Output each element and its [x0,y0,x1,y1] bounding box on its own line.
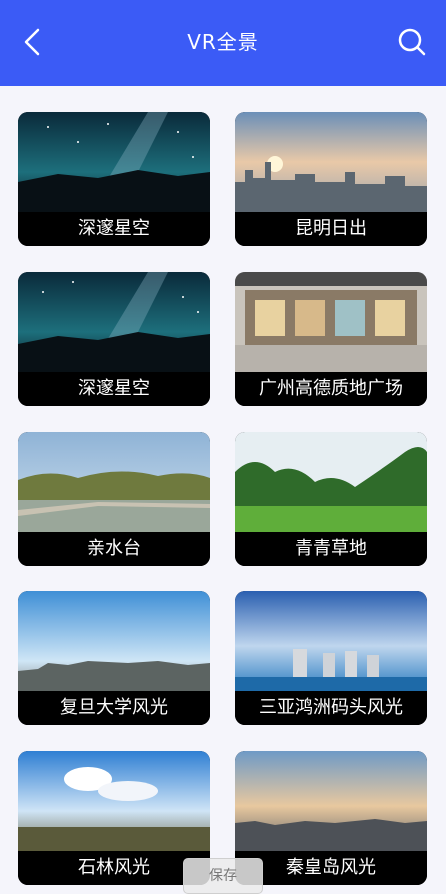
thumbnail-marina [235,591,427,691]
vr-card[interactable]: 三亚鸿洲码头风光 [235,591,427,725]
vr-card[interactable]: 亲水台 [18,432,210,566]
thumbnail-coastal-city [235,751,427,851]
thumbnail-starry-sky [18,272,210,372]
vr-card[interactable]: 广州高德质地广场 [235,272,427,406]
card-label: 秦皇岛风光 [235,851,427,885]
app-header: VR全景 [0,0,446,86]
thumbnail-plaza [235,272,427,372]
card-label: 青青草地 [235,532,427,566]
page-title: VR全景 [187,30,259,54]
save-button[interactable]: 保存 [183,858,263,894]
thumbnail-grassland [235,432,427,532]
vr-card[interactable]: 秦皇岛风光 [235,751,427,885]
thumbnail-stone-forest [18,751,210,851]
card-label: 深邃星空 [18,372,210,406]
search-icon [398,28,426,56]
vr-card[interactable]: 昆明日出 [235,112,427,246]
thumbnail-sunrise-city [235,112,427,212]
card-label: 广州高德质地广场 [235,372,427,406]
vr-card[interactable]: 复旦大学风光 [18,591,210,725]
vr-card[interactable]: 深邃星空 [18,112,210,246]
vr-card[interactable]: 深邃星空 [18,272,210,406]
thumbnail-starry-sky [18,112,210,212]
card-label: 三亚鸿洲码头风光 [235,691,427,725]
thumbnail-waterside [18,432,210,532]
vr-card[interactable]: 青青草地 [235,432,427,566]
card-label: 昆明日出 [235,212,427,246]
vr-card[interactable]: 石林风光 [18,751,210,885]
search-button[interactable] [392,22,432,62]
card-label: 复旦大学风光 [18,691,210,725]
card-label: 石林风光 [18,851,210,885]
thumbnail-campus [18,591,210,691]
card-label: 深邃星空 [18,212,210,246]
card-label: 亲水台 [18,532,210,566]
